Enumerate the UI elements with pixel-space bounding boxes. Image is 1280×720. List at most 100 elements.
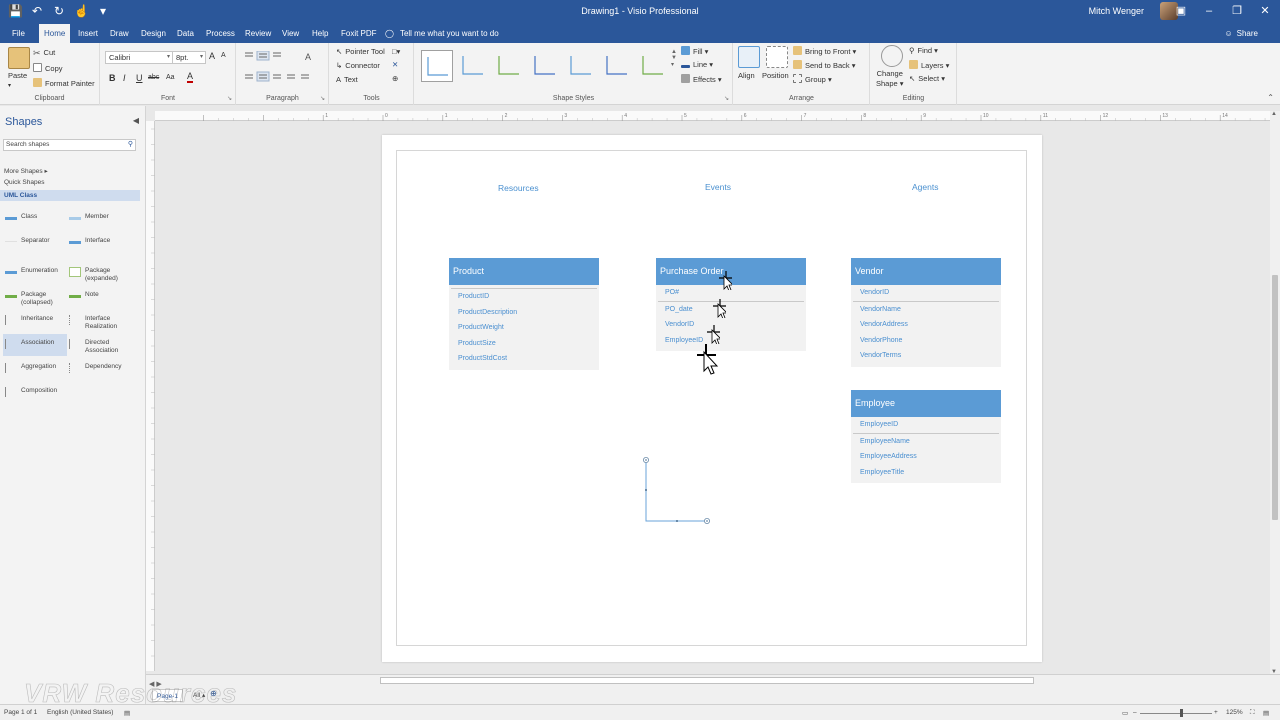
class-attribute[interactable]: EmployeeID bbox=[656, 333, 806, 349]
style-thumbnail[interactable] bbox=[421, 50, 453, 82]
tab-design[interactable]: Design bbox=[136, 24, 171, 43]
connector-midpoint-handle[interactable] bbox=[676, 520, 678, 522]
style-thumbnail[interactable] bbox=[457, 50, 489, 82]
class-attribute[interactable]: VendorName bbox=[851, 302, 1001, 318]
minimize-icon[interactable]: – bbox=[1202, 2, 1216, 20]
shape-class[interactable]: Class bbox=[3, 208, 67, 230]
tab-help[interactable]: Help bbox=[307, 24, 333, 43]
shape-note[interactable]: Note bbox=[67, 286, 131, 308]
search-shapes-input[interactable]: Search shapes ⚲ bbox=[3, 139, 136, 151]
shape-separator[interactable]: Separator bbox=[3, 232, 67, 254]
class-attribute[interactable]: ProductID bbox=[449, 289, 599, 305]
position-button[interactable]: Position bbox=[762, 71, 789, 80]
class-attribute[interactable]: ProductStdCost bbox=[449, 351, 599, 367]
connector-midpoint-handle[interactable] bbox=[645, 489, 647, 491]
shape-styles-dialog-launcher-icon[interactable]: ↘ bbox=[724, 95, 729, 102]
macro-record-icon[interactable]: ▤ bbox=[124, 709, 130, 717]
class-attribute[interactable]: VendorAddress bbox=[851, 317, 1001, 333]
shape-member[interactable]: Member bbox=[67, 208, 131, 230]
switch-windows-icon[interactable]: ▤ bbox=[1263, 709, 1269, 717]
drawing-page[interactable]: Resources Events Agents Product ProductI… bbox=[382, 135, 1042, 662]
gallery-scroll-icon[interactable]: ▲ ▼ ▾ bbox=[671, 49, 677, 68]
class-attribute[interactable]: ProductWeight bbox=[449, 320, 599, 336]
class-attribute[interactable]: EmployeeTitle bbox=[851, 465, 1001, 481]
font-dialog-launcher-icon[interactable]: ↘ bbox=[227, 95, 232, 102]
style-thumbnail[interactable] bbox=[565, 50, 597, 82]
class-title[interactable]: Employee bbox=[851, 390, 1001, 417]
group-button[interactable]: Group ▾ bbox=[793, 74, 832, 84]
copy-button[interactable]: Copy bbox=[33, 63, 63, 73]
scrollbar-thumb[interactable] bbox=[1272, 275, 1278, 520]
class-attribute[interactable]: VendorPhone bbox=[851, 333, 1001, 349]
paste-icon[interactable] bbox=[8, 47, 30, 69]
class-attribute[interactable]: EmployeeName bbox=[851, 434, 1001, 450]
class-attribute[interactable]: VendorID bbox=[851, 285, 1001, 301]
fill-button[interactable]: Fill ▾ bbox=[681, 46, 708, 56]
shape-inheritance[interactable]: Inheritance bbox=[3, 310, 67, 332]
zoom-slider[interactable] bbox=[1140, 713, 1212, 714]
stencil-uml-class[interactable]: UML Class bbox=[0, 190, 140, 201]
send-to-back-button[interactable]: Send to Back ▾ bbox=[793, 60, 855, 70]
change-shape-icon[interactable] bbox=[881, 45, 903, 67]
shape-association[interactable]: Association bbox=[3, 334, 67, 356]
class-title[interactable]: Product bbox=[449, 258, 599, 285]
shrink-font-button[interactable]: A bbox=[221, 52, 226, 59]
user-name[interactable]: Mitch Wenger bbox=[1089, 6, 1144, 16]
change-case-button[interactable]: Aa bbox=[166, 74, 175, 81]
align-button[interactable]: Align bbox=[738, 71, 755, 80]
tab-view[interactable]: View bbox=[277, 24, 304, 43]
horizontal-scrollbar[interactable] bbox=[380, 677, 1034, 684]
shape-directed-association[interactable]: Directed Association bbox=[67, 334, 131, 356]
share-button[interactable]: ☺ Share bbox=[1224, 24, 1258, 43]
find-button[interactable]: ⚲ Find ▾ bbox=[909, 46, 938, 55]
fit-page-icon[interactable]: ▭ bbox=[1122, 709, 1128, 717]
vertical-scrollbar[interactable]: ▲ ▼ bbox=[1270, 111, 1280, 675]
class-attribute[interactable]: PO_date bbox=[656, 302, 806, 318]
column-label-resources[interactable]: Resources bbox=[498, 183, 539, 193]
bring-to-front-button[interactable]: Bring to Front ▾ bbox=[793, 46, 856, 56]
pointer-tool-button[interactable]: ↖ Pointer Tool bbox=[336, 47, 385, 56]
drawing-canvas[interactable]: Resources Events Agents Product ProductI… bbox=[155, 121, 1270, 672]
zoom-in-icon[interactable]: + bbox=[1214, 709, 1218, 716]
grow-font-button[interactable]: A bbox=[209, 51, 215, 61]
shape-package-expanded[interactable]: Package (expanded) bbox=[67, 262, 131, 284]
zoom-level[interactable]: 125% bbox=[1226, 709, 1243, 716]
underline-button[interactable]: U bbox=[136, 73, 143, 83]
tab-draw[interactable]: Draw bbox=[105, 24, 134, 43]
zoom-out-icon[interactable]: – bbox=[1133, 709, 1137, 716]
column-label-events[interactable]: Events bbox=[705, 182, 731, 192]
tab-process[interactable]: Process bbox=[201, 24, 240, 43]
select-button[interactable]: ↖ Select ▾ bbox=[909, 74, 945, 83]
strikethrough-button[interactable]: abc bbox=[148, 74, 159, 81]
close-icon[interactable]: ✕ bbox=[1258, 2, 1272, 20]
paragraph-dialog-launcher-icon[interactable]: ↘ bbox=[320, 95, 325, 102]
shape-aggregation[interactable]: Aggregation bbox=[3, 358, 67, 380]
class-title[interactable]: Vendor bbox=[851, 258, 1001, 285]
font-family-select[interactable]: Calibri ▾ bbox=[105, 51, 173, 64]
shape-composition[interactable]: Composition bbox=[3, 382, 67, 404]
ribbon-display-options-icon[interactable]: ▣ bbox=[1174, 2, 1188, 20]
position-icon[interactable] bbox=[766, 46, 788, 68]
align-icon[interactable] bbox=[738, 46, 760, 68]
rectangle-tool-icon[interactable]: □▾ bbox=[392, 47, 400, 56]
fit-window-icon[interactable]: ⛶ bbox=[1250, 709, 1255, 717]
shape-enumeration[interactable]: Enumeration bbox=[3, 262, 67, 284]
class-attribute[interactable]: VendorTerms bbox=[851, 348, 1001, 364]
font-color-button[interactable]: A bbox=[187, 72, 194, 83]
quick-shapes-link[interactable]: Quick Shapes bbox=[4, 179, 44, 186]
tab-review[interactable]: Review bbox=[240, 24, 276, 43]
format-painter-button[interactable]: Format Painter bbox=[33, 78, 95, 88]
paste-dropdown-icon[interactable]: ▾ bbox=[8, 82, 11, 89]
zoom-slider-thumb[interactable] bbox=[1180, 709, 1183, 717]
class-attribute[interactable]: ProductDescription bbox=[449, 305, 599, 321]
tab-foxit-pdf[interactable]: Foxit PDF bbox=[336, 24, 382, 43]
uml-class-product[interactable]: Product ProductID ProductDescription Pro… bbox=[449, 258, 599, 370]
collapse-panel-icon[interactable]: ◀ bbox=[133, 116, 139, 125]
class-attribute[interactable]: EmployeeAddress bbox=[851, 449, 1001, 465]
page-number-status[interactable]: Page 1 of 1 bbox=[4, 709, 37, 716]
cut-button[interactable]: ✂ Cut bbox=[33, 48, 55, 58]
tab-file[interactable]: File bbox=[7, 24, 30, 43]
change-shape-button[interactable]: Change Shape ▾ bbox=[876, 69, 904, 89]
association-connector[interactable] bbox=[640, 455, 716, 525]
connector-button[interactable]: ↳ Connector bbox=[336, 61, 380, 70]
